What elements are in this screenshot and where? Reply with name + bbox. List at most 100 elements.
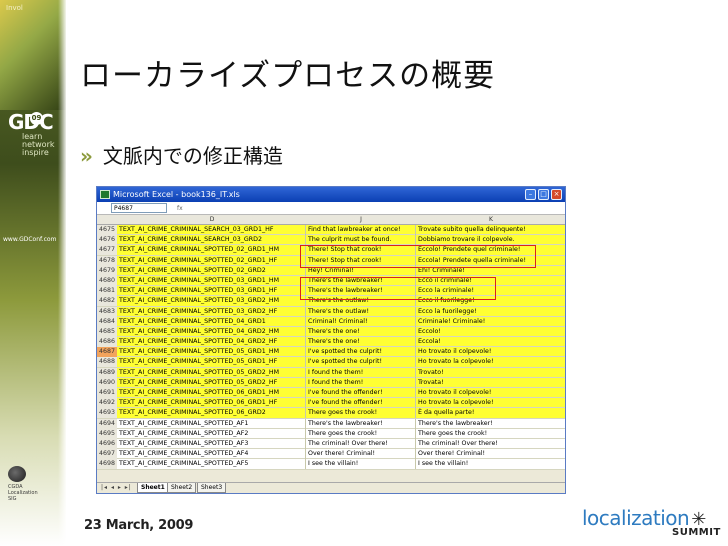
cell-italian[interactable]: Trovate subito quella delinquente! [416,225,565,235]
column-header-j[interactable]: J [306,215,416,225]
cell-italian[interactable]: Trovata! [416,378,565,388]
column-header-d[interactable]: D [118,215,306,225]
cell-italian[interactable]: Dobbiamo trovare il colpevole. [416,235,565,245]
row-number[interactable]: 4678 [97,255,117,266]
cell-italian[interactable]: There's the lawbreaker! [416,419,565,429]
close-icon[interactable]: × [551,189,562,200]
cell-english[interactable]: I see the villain! [306,459,416,470]
cell-string-id[interactable]: TEXT_AI_CRIME_CRIMINAL_SPOTTED_03_GRD1_H… [118,286,306,297]
fx-icon: fx [177,205,183,212]
cell-string-id[interactable]: TEXT_AI_CRIME_CRIMINAL_SPOTTED_AF2 [118,428,306,439]
cell-english[interactable]: There's the one! [306,337,416,348]
table-row: 4696 TEXT_AI_CRIME_CRIMINAL_SPOTTED_AF3 Th… [97,438,565,450]
cell-italian[interactable]: I see the villain! [416,459,565,469]
cell-english[interactable]: Find that lawbreaker at once! [306,225,416,235]
cell-string-id[interactable]: TEXT_AI_CRIME_CRIMINAL_SPOTTED_05_GRD2_H… [118,367,306,378]
cell-english[interactable]: Criminal! Criminal! [306,316,416,327]
cell-italian[interactable]: The criminal! Over there! [416,439,565,449]
cell-english[interactable]: There goes the crook! [306,428,416,439]
cell-string-id[interactable]: TEXT_AI_CRIME_CRIMINAL_SPOTTED_AF3 [118,438,306,449]
cell-english[interactable]: There's the lawbreaker! [306,418,416,429]
cell-english[interactable]: There's the outlaw! [306,306,416,317]
cell-string-id[interactable]: TEXT_AI_CRIME_CRIMINAL_SPOTTED_06_GRD1_H… [118,398,306,409]
cell-english[interactable]: I've spotted the culprit! [306,347,416,358]
row-number[interactable]: 4694 [97,418,117,429]
tab-nav-arrows[interactable]: |◂ ◂ ▸ ▸| [101,483,132,493]
tab-sheet1[interactable]: Sheet1 [137,483,169,493]
cell-string-id[interactable]: TEXT_AI_CRIME_CRIMINAL_SPOTTED_04_GRD2_H… [118,326,306,337]
cell-italian[interactable]: There goes the crook! [416,429,565,439]
row-number[interactable]: 4676 [97,235,117,246]
table-row: 4683 TEXT_AI_CRIME_CRIMINAL_SPOTTED_03_GR… [97,306,565,317]
cell-italian[interactable]: È da quella parte! [416,408,565,418]
cell-string-id[interactable]: TEXT_AI_CRIME_CRIMINAL_SPOTTED_AF5 [118,459,306,470]
cell-string-id[interactable]: TEXT_AI_CRIME_CRIMINAL_SPOTTED_06_GRD1_H… [118,388,306,398]
cell-italian[interactable]: Ho trovato la colpevole! [416,357,565,367]
cell-string-id[interactable]: TEXT_AI_CRIME_CRIMINAL_SPOTTED_03_GRD2_H… [118,296,306,307]
row-number[interactable]: 4686 [97,337,117,348]
cell-english[interactable]: I've found the offender! [306,388,416,398]
row-number[interactable]: 4680 [97,275,117,286]
row-number[interactable]: 4685 [97,326,117,337]
row-number[interactable]: 4688 [97,357,117,368]
cell-string-id[interactable]: TEXT_AI_CRIME_CRIMINAL_SPOTTED_05_GRD1_H… [118,347,306,358]
cell-string-id[interactable]: TEXT_AI_CRIME_CRIMINAL_SPOTTED_02_GRD1_H… [118,245,306,256]
cell-string-id[interactable]: TEXT_AI_CRIME_CRIMINAL_SPOTTED_AF4 [118,449,306,460]
cell-italian[interactable]: Eccola! [416,337,565,347]
cell-italian[interactable]: Criminale! Criminale! [416,317,565,327]
cell-string-id[interactable]: TEXT_AI_CRIME_CRIMINAL_SPOTTED_03_GRD2_H… [118,306,306,317]
cell-italian[interactable]: Ho trovato il colpevole! [416,347,565,357]
cell-english[interactable]: The culprit must be found. [306,235,416,246]
row-number[interactable]: 4684 [97,316,117,327]
column-header-k[interactable]: K [416,215,565,225]
cell-italian[interactable]: Eccolo! [416,327,565,337]
cell-string-id[interactable]: TEXT_AI_CRIME_CRIMINAL_SEARCH_03_GRD1_HF [118,225,306,235]
table-row: 4693 TEXT_AI_CRIME_CRIMINAL_SPOTTED_06_GR… [97,408,565,419]
row-number[interactable]: 4698 [97,459,117,470]
cell-italian[interactable]: Over there! Criminal! [416,449,565,459]
maximize-icon[interactable]: □ [538,189,549,200]
slide-title: ローカライズプロセスの概要 [80,58,496,94]
cell-english[interactable]: I've found the offender! [306,398,416,409]
cell-english[interactable]: There goes the crook! [306,408,416,419]
cell-italian[interactable]: Ecco la fuorilegge! [416,307,565,317]
row-number[interactable]: 4681 [97,286,117,297]
row-number[interactable]: 4677 [97,245,117,256]
cell-italian[interactable]: Ho trovato la colpevole! [416,398,565,408]
row-number[interactable]: 4697 [97,449,117,460]
cell-string-id[interactable]: TEXT_AI_CRIME_CRIMINAL_SPOTTED_05_GRD1_H… [118,357,306,368]
cell-english[interactable]: I found the them! [306,377,416,388]
row-number[interactable]: 4692 [97,398,117,409]
row-number[interactable]: 4696 [97,438,117,449]
row-number[interactable]: 4695 [97,428,117,439]
name-box[interactable]: P4687 [111,203,167,213]
row-number[interactable]: 4682 [97,296,117,307]
row-number[interactable]: 4687 [97,347,117,358]
row-number[interactable]: 4679 [97,265,117,276]
row-number[interactable]: 4683 [97,306,117,317]
cell-string-id[interactable]: TEXT_AI_CRIME_CRIMINAL_SPOTTED_AF1 [118,418,306,429]
cell-english[interactable]: I found the them! [306,367,416,378]
cell-english[interactable]: The criminal! Over there! [306,438,416,449]
cell-string-id[interactable]: TEXT_AI_CRIME_CRIMINAL_SPOTTED_05_GRD2_H… [118,377,306,388]
tab-sheet3[interactable]: Sheet3 [197,483,227,493]
row-number[interactable]: 4689 [97,367,117,378]
minimize-icon[interactable]: – [525,189,536,200]
cell-string-id[interactable]: TEXT_AI_CRIME_CRIMINAL_SPOTTED_04_GRD1 [118,316,306,327]
cell-string-id[interactable]: TEXT_AI_CRIME_CRIMINAL_SPOTTED_06_GRD2 [118,408,306,419]
cell-english[interactable]: Over there! Criminal! [306,449,416,460]
cell-english[interactable]: There's the one! [306,326,416,337]
row-number[interactable]: 4675 [97,225,117,235]
row-number[interactable]: 4693 [97,408,117,419]
row-number[interactable]: 4691 [97,388,117,398]
cell-string-id[interactable]: TEXT_AI_CRIME_CRIMINAL_SPOTTED_03_GRD1_H… [118,275,306,286]
row-number[interactable]: 4690 [97,377,117,388]
cell-english[interactable]: I've spotted the culprit! [306,357,416,368]
tab-sheet2[interactable]: Sheet2 [167,483,197,493]
cell-string-id[interactable]: TEXT_AI_CRIME_CRIMINAL_SPOTTED_02_GRD1_H… [118,255,306,266]
cell-italian[interactable]: Trovato! [416,368,565,378]
cell-string-id[interactable]: TEXT_AI_CRIME_CRIMINAL_SPOTTED_02_GRD2 [118,265,306,276]
cell-string-id[interactable]: TEXT_AI_CRIME_CRIMINAL_SPOTTED_04_GRD2_H… [118,337,306,348]
cell-italian[interactable]: Ho trovato il colpevole! [416,388,565,398]
cell-string-id[interactable]: TEXT_AI_CRIME_CRIMINAL_SEARCH_03_GRD2 [118,235,306,246]
